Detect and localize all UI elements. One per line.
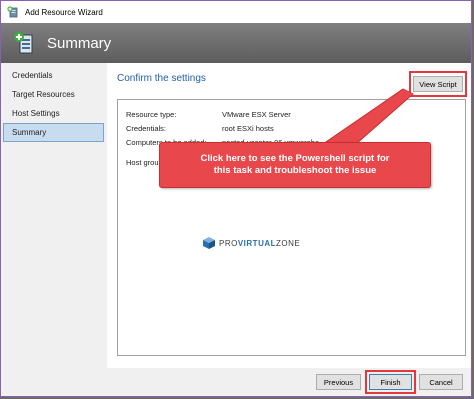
add-resource-icon — [7, 6, 18, 18]
annotation-callout: Click here to see the Powershell script … — [159, 142, 431, 188]
setting-value: VMware ESX Server — [222, 110, 291, 119]
page-heading: Summary — [47, 34, 112, 52]
setting-label: Resource type: — [126, 110, 177, 119]
section-title: Confirm the settings — [117, 73, 206, 84]
setting-value: root ESXi hosts — [222, 124, 274, 133]
callout-line-1: Click here to see the Powershell script … — [200, 153, 390, 164]
setting-row: Credentials: root ESXi hosts — [126, 124, 274, 133]
finish-button[interactable]: Finish — [369, 374, 412, 390]
setting-row: Resource type: VMware ESX Server — [126, 110, 291, 119]
setting-row: Host grou — [126, 158, 159, 167]
cancel-button[interactable]: Cancel — [419, 374, 463, 390]
previous-button[interactable]: Previous — [316, 374, 361, 390]
callout-line-2: this task and troubleshoot the issue — [213, 165, 377, 176]
sidebar-item-credentials[interactable]: Credentials — [3, 66, 104, 85]
view-script-button[interactable]: View Script — [413, 76, 463, 92]
settings-summary-box: Resource type: VMware ESX Server Credent… — [117, 99, 466, 356]
setting-label: Host grou — [126, 158, 159, 167]
title-bar: Add Resource Wizard — [1, 1, 471, 23]
sidebar-item-host-settings[interactable]: Host Settings — [3, 104, 104, 123]
sidebar-item-target-resources[interactable]: Target Resources — [3, 85, 104, 104]
watermark-logo: PROVIRTUALZONE — [202, 236, 300, 250]
summary-content: Confirm the settings View Script Resourc… — [107, 63, 471, 368]
server-add-icon — [14, 32, 33, 54]
wizard-window: Add Resource Wizard Summary Credentials … — [0, 0, 472, 397]
banner: Summary — [1, 23, 471, 63]
sidebar-item-summary[interactable]: Summary — [3, 123, 104, 142]
wizard-steps-sidebar: Credentials Target Resources Host Settin… — [1, 63, 106, 368]
setting-label: Credentials: — [126, 124, 167, 133]
cube-logo-icon — [203, 237, 215, 249]
window-title: Add Resource Wizard — [25, 7, 103, 17]
wizard-footer: Previous Finish Cancel — [1, 368, 471, 396]
logo-text: PROVIRTUALZONE — [219, 238, 301, 248]
